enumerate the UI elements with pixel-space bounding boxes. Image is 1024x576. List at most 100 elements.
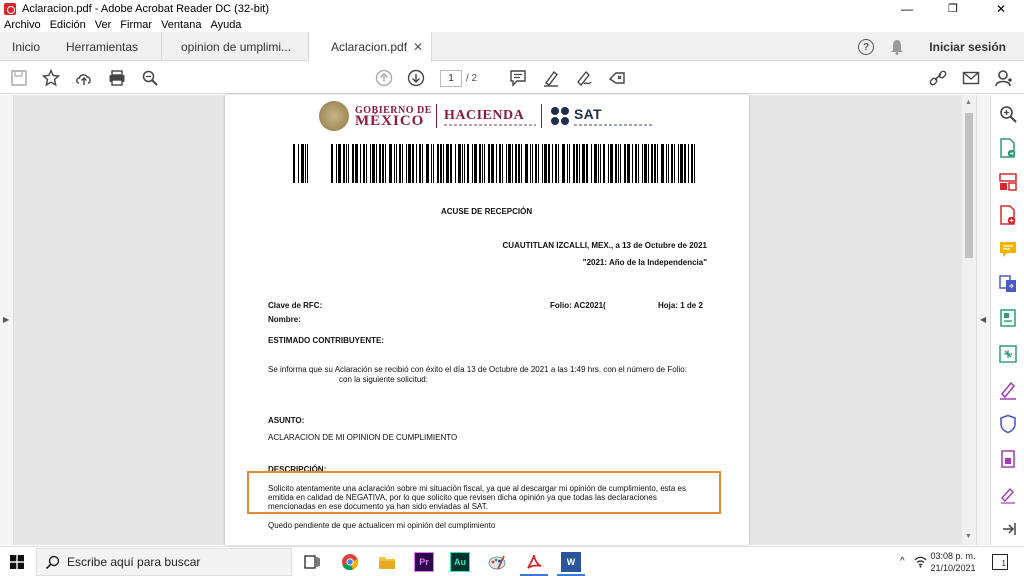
place-date: CUAUTITLAN IZCALLI, MEX., a 13 de Octubr… [502,241,707,250]
closing-text: Quedo pendiente de que actualicen mi opi… [268,521,496,530]
notification-count: 1 [1001,559,1006,568]
folio: Folio: AC2021( [550,301,606,310]
tab-divider [161,32,162,61]
close-button[interactable]: ✕ [978,0,1024,17]
maximize-button[interactable]: ❐ [930,0,976,17]
toolbar: 1 / 2 [0,62,1024,94]
paint-icon[interactable] [487,552,507,572]
rfc-label: Clave de RFC: [268,301,323,310]
share-link-icon[interactable] [928,68,948,88]
sat-subtitle [574,124,654,126]
combine-files-icon[interactable] [998,274,1018,294]
subject-text: ACLARACION DE MI OPINION DE CUMPLIMIENTO [268,433,458,442]
tab-tools[interactable]: Herramientas [66,32,138,61]
sheet-number: Hoja: 1 de 2 [658,301,703,310]
organize-pages-icon[interactable] [998,172,1018,192]
mexico-seal-icon [319,101,349,131]
hacienda-subtitle [444,124,536,126]
tab-bar: Inicio Herramientas opinion de umplimi..… [0,32,1024,62]
minimize-button[interactable]: — [884,0,930,17]
salutation: ESTIMADO CONTRIBUYENTE: [268,336,384,345]
chrome-icon[interactable] [340,552,360,572]
export-pdf-icon[interactable] [998,138,1018,158]
name-label: Nombre: [268,315,301,324]
save-icon[interactable] [9,68,29,88]
audition-icon[interactable]: Au [450,552,470,572]
notifications-icon[interactable]: 1 [992,554,1008,570]
tab-doc-aclaracion[interactable]: Aclaracion.pdf ✕ [308,32,432,62]
more-tools-pen-icon[interactable] [998,484,1018,504]
comment-icon[interactable] [508,68,528,88]
description-highlight-box [247,471,721,514]
right-pane-collapse[interactable]: ◀ [976,95,990,545]
task-view-icon[interactable] [302,552,322,572]
left-pane-toggle[interactable]: ▶ [0,95,14,545]
email-icon[interactable] [961,68,981,88]
protect-shield-icon[interactable] [998,414,1018,434]
header-logos: GOBIERNO DE MÉXICO HACIENDA SAT [319,99,659,131]
logo-divider [436,104,437,128]
page-total: / 2 [466,73,478,84]
scroll-up-icon[interactable]: ▲ [965,99,972,106]
tab-home[interactable]: Inicio [12,32,40,61]
add-user-icon[interactable] [994,68,1014,88]
search-zoom-icon[interactable] [140,68,160,88]
file-explorer-icon[interactable] [377,552,397,572]
search-placeholder: Escribe aquí para buscar [67,555,201,569]
previous-page-icon[interactable] [374,68,394,88]
highlight-pen-icon[interactable] [541,68,561,88]
tray-chevron-icon[interactable]: ^ [900,556,905,567]
create-pdf-icon[interactable] [998,205,1018,225]
pdf-page: GOBIERNO DE MÉXICO HACIENDA SAT ACUSE DE… [225,95,749,545]
bell-icon[interactable] [890,39,904,55]
title-bar: Aclaracion.pdf - Adobe Acrobat Reader DC… [0,0,1024,17]
taskbar-search-input[interactable]: Escribe aquí para buscar [36,548,292,576]
hacienda-logo: HACIENDA [444,108,525,123]
tools-pane [990,95,1024,545]
comment-tool-icon[interactable] [998,240,1018,260]
signin-button[interactable]: Iniciar sesión [929,32,1006,61]
collapse-right-icon: ◀ [980,315,987,324]
acrobat-icon [4,2,16,15]
expand-pane-icon[interactable] [998,519,1018,539]
upload-cloud-icon[interactable] [74,68,94,88]
scan-ocr-icon[interactable] [998,449,1018,469]
subject-label: ASUNTO: [268,416,305,425]
tab-doc-opinion[interactable]: opinion de umplimi... [181,32,291,61]
windows-start-icon[interactable] [10,555,24,569]
premiere-icon[interactable]: Pr [414,552,434,572]
next-page-icon[interactable] [406,68,426,88]
menu-archivo[interactable]: Archivo [4,19,41,31]
system-clock[interactable]: 03:08 p. m. 21/10/2021 [928,550,978,574]
word-icon[interactable]: W [561,552,581,572]
close-tab-icon[interactable]: ✕ [413,40,423,54]
zoom-tool-icon[interactable] [998,104,1018,124]
menu-edicion[interactable]: Edición [50,19,86,31]
draw-pen-icon[interactable] [574,68,594,88]
compress-pdf-icon[interactable] [998,344,1018,364]
scrollbar-thumb[interactable] [965,113,973,258]
edit-pdf-icon[interactable] [998,308,1018,328]
print-icon[interactable] [107,68,127,88]
taskbar: Escribe aquí para buscar Pr Au W ^ 03:08… [0,546,1024,576]
bookmark-star-icon[interactable] [41,68,61,88]
expand-left-icon: ▶ [3,315,10,324]
fill-sign-tool-icon[interactable] [998,380,1018,400]
network-icon[interactable] [914,555,927,571]
clock-time: 03:08 p. m. [930,551,976,561]
help-icon[interactable]: ? [858,39,874,55]
info-line2: con la siguiente solicitud: [339,375,428,384]
menu-ayuda[interactable]: Ayuda [210,19,241,31]
sat-logo-text: SAT [574,106,602,122]
window-title: Aclaracion.pdf - Adobe Acrobat Reader DC… [22,2,270,15]
menu-ver[interactable]: Ver [95,19,112,31]
fill-sign-icon[interactable] [607,68,627,88]
menu-firmar[interactable]: Firmar [120,19,152,31]
scroll-down-icon[interactable]: ▼ [965,533,972,540]
menu-ventana[interactable]: Ventana [161,19,201,31]
acrobat-taskbar-icon[interactable] [524,552,544,572]
vertical-scrollbar[interactable]: ▲ ▼ [962,95,976,545]
barcode [293,144,695,183]
page-number-input[interactable]: 1 [440,70,462,87]
logo-divider [541,104,542,128]
